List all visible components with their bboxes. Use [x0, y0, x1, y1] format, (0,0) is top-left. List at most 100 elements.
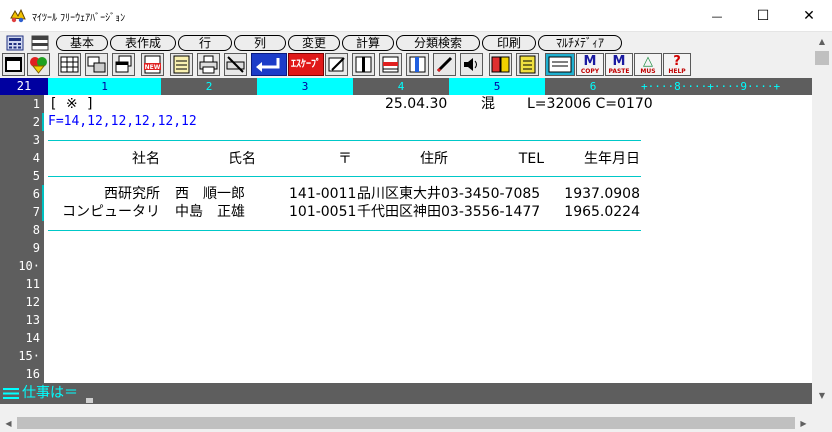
scroll-left-button[interactable]: ◀	[0, 415, 17, 432]
toolbar-memory-copy-button[interactable]: M COPY	[576, 53, 604, 76]
toolbar-table-button[interactable]	[58, 53, 81, 76]
toolbar-edit-button[interactable]	[325, 53, 348, 76]
line-number[interactable]: 16	[0, 365, 40, 383]
stack-icon	[115, 55, 132, 73]
calculator-icon[interactable]	[6, 35, 24, 51]
toolbar-enter-button[interactable]	[251, 53, 287, 76]
horizontal-scroll-thumb[interactable]	[17, 417, 795, 429]
grid-icon[interactable]	[31, 35, 49, 51]
menu-column[interactable]: 列	[234, 35, 286, 51]
toolbar-insert-row-button[interactable]	[379, 53, 402, 76]
editor-area[interactable]: [ ※ ] 25.04.30 混 L=32006 C=0170 F=14,12,…	[44, 95, 812, 383]
toolbar-notepad-button[interactable]	[170, 53, 193, 76]
menu-bar: 基本 表作成 行 列 変更 計算 分類検索 印刷 ﾏﾙﾁﾒﾃﾞｨｱ	[0, 33, 812, 53]
command-bar: 仕事は＝	[0, 383, 812, 404]
menu-print[interactable]: 印刷	[482, 35, 536, 51]
header-tel: TEL	[518, 151, 544, 167]
line-number[interactable]: 10·	[0, 257, 40, 275]
toolbar-help-button[interactable]: ? HELP	[663, 53, 691, 76]
line-number[interactable]: 3	[0, 131, 40, 149]
line-number[interactable]: 7	[0, 203, 40, 221]
table-icon	[60, 56, 79, 73]
toolbar-copy-window-button[interactable]	[85, 53, 108, 76]
scroll-down-button[interactable]: ▼	[812, 387, 832, 404]
minimize-button[interactable]: —	[694, 0, 740, 32]
toolbar-sound-button[interactable]	[460, 53, 483, 76]
chevron-right-icon: ▶	[800, 419, 807, 428]
format-line: F=14,12,12,12,12,12	[48, 114, 197, 129]
line-number[interactable]: 1	[0, 95, 40, 113]
help-label: HELP	[668, 68, 686, 75]
toolbar-stack-button[interactable]	[112, 53, 135, 76]
current-column-indicator: 21	[0, 78, 48, 95]
menu-row[interactable]: 行	[178, 35, 232, 51]
vertical-scrollbar[interactable]: ▲ ▼	[812, 33, 832, 404]
ruler-column-3[interactable]: 3	[257, 78, 353, 95]
line-number[interactable]: 13	[0, 311, 40, 329]
cell-tel: 03-3450-7085	[441, 186, 541, 202]
menu-classify-search[interactable]: 分類検索	[396, 35, 480, 51]
vertical-scroll-thumb[interactable]	[815, 51, 829, 65]
edit-pen-icon	[328, 57, 345, 72]
new-document-icon: NEW	[144, 55, 161, 74]
toolbar-new-button[interactable]: NEW	[141, 53, 164, 76]
cell-name: 中島 正雄	[175, 204, 245, 220]
line-number[interactable]: 9	[0, 239, 40, 257]
maximize-button[interactable]: ☐	[740, 0, 786, 32]
toolbar-insert-column-button[interactable]	[406, 53, 429, 76]
toolbar-shapes-button[interactable]	[27, 53, 50, 76]
toolbar-draw-button[interactable]	[433, 53, 456, 76]
chevron-up-icon: ▲	[818, 37, 826, 46]
line-number[interactable]: 5	[0, 167, 40, 185]
header-bottom-rule	[48, 176, 641, 177]
toolbar-memory-paste-button[interactable]: M PASTE	[605, 53, 633, 76]
help-question-icon: ?	[673, 54, 681, 69]
line-number[interactable]: 6	[0, 185, 40, 203]
window-icon	[5, 57, 22, 72]
toolbar-screen-button[interactable]	[545, 53, 575, 76]
toolbar-escape-button[interactable]: ｴｽｹｰﾌﾟ	[288, 53, 324, 76]
book-icon	[491, 56, 510, 73]
toolbar-memo-button[interactable]	[516, 53, 539, 76]
ruler-column-5[interactable]: 5	[449, 78, 545, 95]
toolbar-column-button[interactable]	[352, 53, 375, 76]
scroll-right-button[interactable]: ▶	[795, 415, 812, 432]
line-number[interactable]: 4	[0, 149, 40, 167]
menu-multimedia[interactable]: ﾏﾙﾁﾒﾃﾞｨｱ	[538, 35, 622, 51]
cell-birthdate: 1937.0908	[564, 186, 640, 202]
toolbar-no-print-button[interactable]	[224, 53, 247, 76]
ruler-column-4[interactable]: 4	[353, 78, 449, 95]
cell-company: コンピュータリ	[62, 204, 160, 220]
close-button[interactable]: ✕	[786, 0, 832, 32]
toolbar: NEW ｴｽｹｰﾌﾟ M COPY M PASTE △ MUS ? HELP	[0, 53, 812, 77]
line-number[interactable]: 14	[0, 329, 40, 347]
cell-address: 千代田区神田	[357, 204, 441, 220]
toolbar-book-button[interactable]	[489, 53, 512, 76]
title-bar: ﾏｲﾂｰﾙ ﾌﾘｰｳｪｱﾊﾞｰｼﾞｮﾝ — ☐ ✕	[0, 0, 832, 32]
menu-calculate[interactable]: 計算	[342, 35, 394, 51]
ruler-column-1[interactable]: 1	[48, 78, 161, 95]
toolbar-mus-button[interactable]: △ MUS	[634, 53, 662, 76]
toolbar-window-button[interactable]	[2, 53, 25, 76]
line-number[interactable]: 2	[0, 113, 40, 131]
line-number[interactable]: 12	[0, 293, 40, 311]
line-number[interactable]: 8	[0, 221, 40, 239]
printer-icon	[199, 55, 218, 74]
ruler-column-2[interactable]: 2	[161, 78, 257, 95]
scroll-up-button[interactable]: ▲	[812, 33, 832, 50]
ruler-column-6[interactable]: 6	[545, 78, 641, 95]
menu-change[interactable]: 変更	[288, 35, 340, 51]
command-input[interactable]	[86, 386, 786, 401]
header-company: 社名	[132, 151, 160, 167]
menu-table-create[interactable]: 表作成	[110, 35, 176, 51]
chevron-down-icon: ▼	[818, 391, 826, 400]
horizontal-scrollbar[interactable]: ◀ ▶	[0, 414, 812, 432]
menu-basic[interactable]: 基本	[56, 35, 108, 51]
ruler-scale: +····8····+····9····+	[641, 80, 781, 93]
copy-window-icon	[87, 56, 106, 73]
menu-lines-icon[interactable]	[3, 387, 19, 400]
toolbar-print-button[interactable]	[197, 53, 220, 76]
line-number[interactable]: 15·	[0, 347, 40, 365]
line-number[interactable]: 11	[0, 275, 40, 293]
input-mode: 混	[481, 96, 495, 112]
